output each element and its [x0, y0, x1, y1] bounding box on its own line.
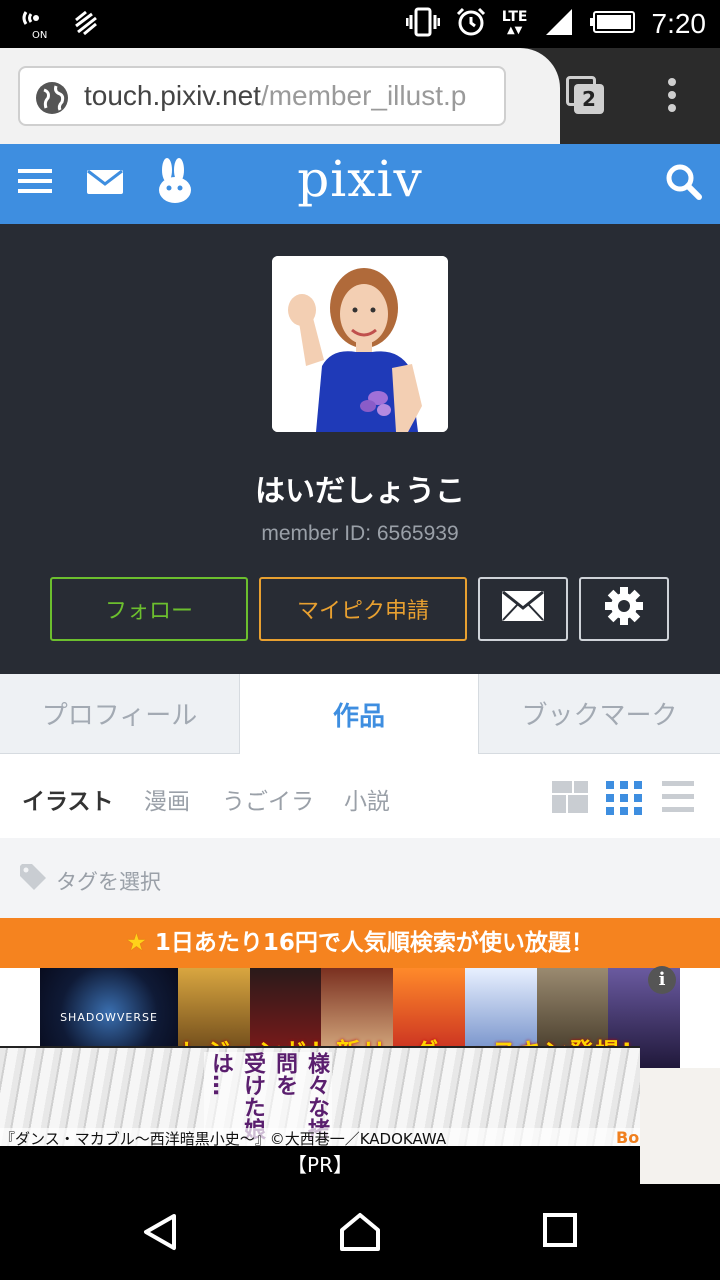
alarm-icon — [456, 7, 486, 41]
category-ugoira[interactable]: うごイラ — [222, 782, 314, 816]
tag-icon — [20, 864, 48, 894]
url-path: /member_illust.p — [260, 80, 467, 111]
avatar[interactable] — [272, 256, 448, 432]
back-icon[interactable] — [140, 1212, 180, 1256]
message-button[interactable] — [478, 577, 568, 641]
data-saver-icon — [72, 10, 100, 42]
site-header: pixiv — [0, 144, 720, 224]
envelope-icon — [502, 590, 544, 627]
network-type: LTE ▲▼ — [501, 9, 528, 36]
follow-button[interactable]: フォロー — [50, 577, 248, 641]
tab-bookmarks[interactable]: ブックマーク — [479, 674, 720, 754]
ad-credit: 『ダンス・マカブル～西洋暗黒小史～』©大西巷一／KADOKAWA — [0, 1128, 640, 1146]
nfc-icon: ON — [20, 8, 54, 44]
browser-toolbar: touch.pixiv.net/member_illust.p 2 — [0, 48, 720, 144]
member-id: member ID: 6565939 — [261, 522, 459, 545]
gear-icon — [604, 586, 644, 632]
url-text: touch.pixiv.net/member_illust.p — [84, 80, 466, 112]
pixiv-logo[interactable]: pixiv — [260, 150, 460, 208]
tab-profile[interactable]: プロフィール — [0, 674, 239, 754]
category-illust[interactable]: イラスト — [22, 782, 114, 816]
url-domain: touch.pixiv.net — [84, 80, 261, 111]
username: はいだしょうこ — [255, 474, 465, 509]
grid-view-icon[interactable] — [606, 779, 642, 815]
more-menu-button[interactable] — [664, 78, 680, 114]
url-bar[interactable]: touch.pixiv.net/member_illust.p — [18, 66, 506, 126]
kebab-dot-icon — [668, 91, 676, 99]
promo-text: 1日あたり16円で人気順検索が使い放題！ — [154, 930, 594, 956]
premium-promo-banner[interactable]: ★ 1日あたり16円で人気順検索が使い放題！ — [0, 918, 720, 968]
list-view-icon[interactable] — [662, 779, 698, 815]
tab-works[interactable]: 作品 — [239, 674, 479, 754]
nfc-label: ON — [32, 30, 47, 40]
rabbit-icon[interactable] — [155, 158, 195, 208]
profile-section: はいだしょうこ member ID: 6565939 フォロー マイピク申請 — [0, 224, 720, 674]
battery-icon — [589, 10, 636, 38]
recents-icon[interactable] — [542, 1212, 578, 1252]
tab-count: 2 — [574, 84, 604, 114]
browser-tab: touch.pixiv.net/member_illust.p — [0, 48, 560, 144]
home-icon[interactable] — [338, 1212, 382, 1256]
search-icon[interactable] — [666, 164, 702, 204]
settings-button[interactable] — [579, 577, 669, 641]
status-bar: ON LTE ▲▼ 7:20 — [0, 0, 720, 48]
ad-side-panel — [640, 1068, 720, 1184]
category-novel[interactable]: 小説 — [344, 782, 390, 816]
tag-filter-label: タグを選択 — [56, 870, 161, 894]
star-icon: ★ — [126, 930, 147, 956]
ad-corner-logo: Bo — [616, 1128, 640, 1146]
system-nav-bar — [0, 1184, 720, 1280]
mail-icon[interactable] — [87, 164, 123, 202]
globe-icon — [34, 80, 70, 120]
tab-switcher-button[interactable]: 2 — [566, 76, 606, 116]
ad-info-icon[interactable]: i — [648, 966, 676, 994]
work-category-bar: イラスト 漫画 うごイラ 小説 — [0, 754, 720, 838]
tag-filter-row[interactable]: タグを選択 — [0, 838, 720, 918]
mypixiv-request-button[interactable]: マイピク申請 — [259, 577, 467, 641]
profile-tabs: プロフィール 作品 ブックマーク — [0, 674, 720, 754]
ad-banner-manga[interactable]: 様々な拷問を 受けた娘は… 『ダンス・マカブル～西洋暗黒小史～』©大西巷一／KA… — [0, 1046, 640, 1146]
clock: 7:20 — [651, 8, 707, 39]
kebab-dot-icon — [668, 78, 676, 86]
category-manga[interactable]: 漫画 — [144, 782, 190, 816]
hamburger-menu-icon[interactable] — [18, 164, 52, 202]
kebab-dot-icon — [668, 104, 676, 112]
signal-icon — [544, 7, 574, 41]
masonry-view-icon[interactable] — [552, 779, 588, 815]
vibrate-icon — [405, 7, 441, 41]
pr-label: 【PR】 — [0, 1146, 640, 1184]
